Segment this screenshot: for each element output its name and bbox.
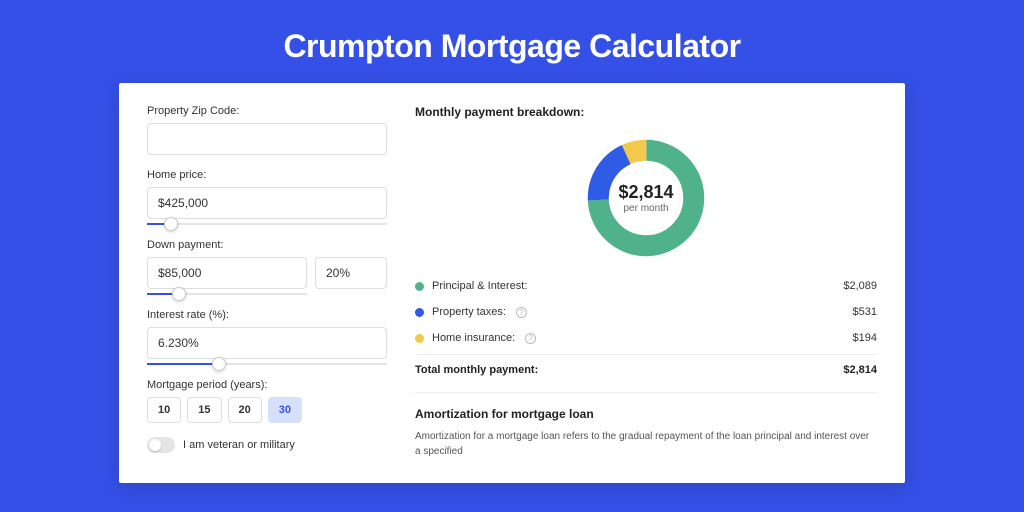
donut-center: $2,814 per month	[583, 135, 709, 261]
period-option-30[interactable]: 30	[268, 397, 302, 423]
breakdown-row: Home insurance:? $194	[415, 325, 877, 351]
breakdown-value: $531	[853, 306, 877, 318]
home-price-slider-thumb[interactable]	[164, 217, 178, 231]
zip-label: Property Zip Code:	[147, 105, 387, 117]
veteran-row: I am veteran or military	[147, 437, 387, 453]
home-price-group: Home price:	[147, 169, 387, 219]
veteran-toggle[interactable]	[147, 437, 175, 453]
down-payment-slider-thumb[interactable]	[172, 287, 186, 301]
home-price-label: Home price:	[147, 169, 387, 181]
period-option-20[interactable]: 20	[228, 397, 262, 423]
interest-rate-slider-track	[147, 363, 219, 365]
breakdown-list: Principal & Interest: $2,089 Property taxe…	[415, 273, 877, 351]
legend-dot	[415, 308, 424, 317]
help-icon[interactable]: ?	[516, 307, 527, 318]
home-price-input[interactable]	[147, 187, 387, 219]
total-row: Total monthly payment: $2,814	[415, 354, 877, 376]
period-label: Mortgage period (years):	[147, 379, 387, 391]
legend-dot	[415, 334, 424, 343]
breakdown-left: Property taxes:?	[415, 306, 527, 318]
interest-rate-input[interactable]	[147, 327, 387, 359]
period-options: 1015 2030	[147, 397, 387, 423]
interest-rate-slider-thumb[interactable]	[212, 357, 226, 371]
zip-field-group: Property Zip Code:	[147, 105, 387, 155]
period-option-15[interactable]: 15	[187, 397, 221, 423]
total-label: Total monthly payment:	[415, 364, 538, 376]
breakdown-label: Property taxes:	[432, 306, 506, 318]
donut-chart-wrap: $2,814 per month	[415, 127, 877, 273]
down-payment-group: Down payment:	[147, 239, 387, 289]
help-icon[interactable]: ?	[525, 333, 536, 344]
donut-value: $2,814	[618, 182, 673, 203]
breakdown-title: Monthly payment breakdown:	[415, 105, 877, 119]
down-payment-pct-input[interactable]	[315, 257, 387, 289]
interest-rate-slider-rest	[219, 363, 387, 365]
page-title: Crumpton Mortgage Calculator	[0, 0, 1024, 83]
down-payment-amount-input[interactable]	[147, 257, 307, 289]
breakdown-value: $2,089	[843, 280, 877, 292]
period-group: Mortgage period (years): 1015 2030	[147, 379, 387, 423]
donut-sub: per month	[623, 203, 668, 214]
breakdown-row: Principal & Interest: $2,089	[415, 273, 877, 299]
down-payment-slider-rest	[179, 293, 307, 295]
calculator-card: Property Zip Code: Home price: Down paym…	[119, 83, 905, 483]
breakdown-left: Home insurance:?	[415, 332, 536, 344]
total-value: $2,814	[843, 364, 877, 376]
toggle-knob	[149, 439, 161, 451]
breakdown-label: Principal & Interest:	[432, 280, 527, 292]
amortization-text: Amortization for a mortgage loan refers …	[415, 429, 877, 459]
period-option-10[interactable]: 10	[147, 397, 181, 423]
breakdown-label: Home insurance:	[432, 332, 515, 344]
zip-input[interactable]	[147, 123, 387, 155]
inputs-column: Property Zip Code: Home price: Down paym…	[147, 105, 387, 461]
amortization-title: Amortization for mortgage loan	[415, 392, 877, 421]
veteran-label: I am veteran or military	[183, 439, 295, 451]
donut-chart: $2,814 per month	[583, 135, 709, 261]
breakdown-column: Monthly payment breakdown: $2,814 per mo…	[415, 105, 877, 461]
breakdown-value: $194	[853, 332, 877, 344]
home-price-slider-rest	[171, 223, 387, 225]
legend-dot	[415, 282, 424, 291]
breakdown-row: Property taxes:? $531	[415, 299, 877, 325]
breakdown-left: Principal & Interest:	[415, 280, 527, 292]
interest-rate-label: Interest rate (%):	[147, 309, 387, 321]
interest-rate-group: Interest rate (%):	[147, 309, 387, 359]
down-payment-label: Down payment:	[147, 239, 387, 251]
